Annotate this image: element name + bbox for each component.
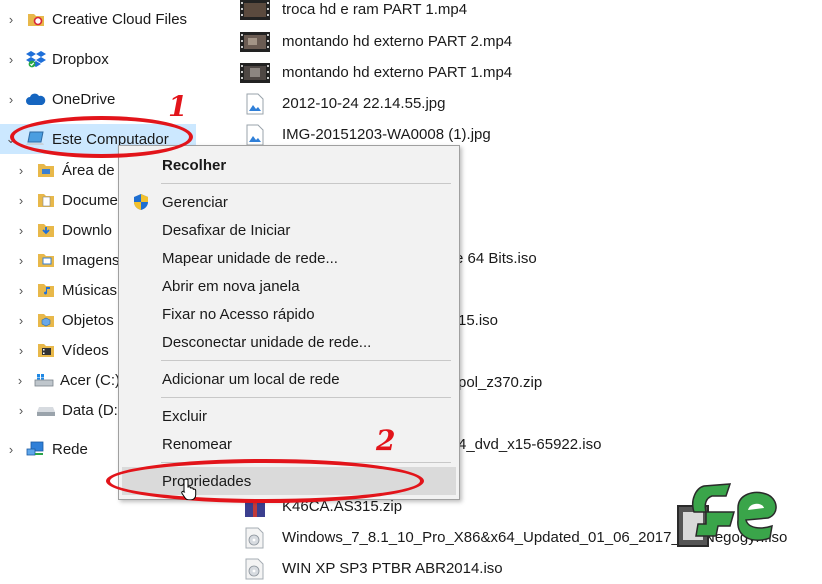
disc-image-icon <box>240 527 270 549</box>
creative-cloud-folder-icon <box>26 9 46 29</box>
sidebar-item-objetos-3d[interactable]: › Objetos <box>14 305 120 335</box>
file-row[interactable]: 4_dvd_x15-65922.iso <box>458 429 601 460</box>
sidebar-item-creative-cloud-files[interactable]: › Creative Cloud Files <box>4 4 196 34</box>
3d-objects-folder-icon <box>36 310 56 330</box>
sidebar-item-label: Área de <box>62 161 115 179</box>
sidebar-item-label: Downlo <box>62 221 113 239</box>
chevron-right-icon[interactable]: › <box>14 253 28 268</box>
annotation-ring-propriedades <box>106 459 424 503</box>
menu-separator <box>161 360 451 361</box>
sidebar-item-area-de-trabalho[interactable]: › Área de <box>14 155 120 185</box>
sidebar-item-label: OneDrive <box>52 90 116 108</box>
file-name: e 64 Bits.iso <box>455 250 537 267</box>
menu-item-recolher[interactable]: Recolher <box>120 151 458 179</box>
menu-item-abrir-em-nova-janela[interactable]: Abrir em nova janela <box>120 272 458 300</box>
windows-drive-icon <box>34 370 54 390</box>
videos-folder-icon <box>36 340 56 360</box>
watermark-logo-icon <box>677 483 777 547</box>
drive-icon <box>36 400 56 420</box>
sidebar-item-label: Docume <box>62 191 118 209</box>
sidebar-item-dropbox[interactable]: › Dropbox <box>4 44 196 74</box>
sidebar-item-label: Dropbox <box>52 50 109 68</box>
sidebar-item-imagens[interactable]: › Imagens <box>14 245 120 275</box>
sidebar-item-label: Data (D: <box>62 401 118 419</box>
sidebar-item-label: Imagens <box>62 251 120 269</box>
chevron-right-icon[interactable]: › <box>4 12 18 27</box>
file-row[interactable]: 15.iso <box>458 305 498 336</box>
menu-item-desafixar-de-iniciar[interactable]: Desafixar de Iniciar <box>120 216 458 244</box>
chevron-right-icon[interactable]: › <box>4 442 18 457</box>
menu-item-adicionar-local-de-rede[interactable]: Adicionar um local de rede <box>120 365 458 393</box>
sidebar-item-downloads[interactable]: › Downlo <box>14 215 120 245</box>
menu-item-gerenciar[interactable]: Gerenciar <box>120 188 458 216</box>
file-row[interactable]: pol_z370.zip <box>458 367 542 398</box>
file-name: troca hd e ram PART 1.mp4 <box>282 1 468 18</box>
video-file-icon <box>240 0 270 21</box>
sidebar-item-videos[interactable]: › Vídeos <box>14 335 120 365</box>
file-name: montando hd externo PART 1.mp4 <box>282 64 513 81</box>
file-row[interactable]: troca hd e ram PART 1.mp4 <box>240 0 467 25</box>
sidebar-item-data-d[interactable]: › Data (D: <box>14 395 120 425</box>
sidebar-item-acer-c[interactable]: › Acer (C:) <box>14 365 120 395</box>
chevron-right-icon[interactable]: › <box>4 92 18 107</box>
video-file-icon <box>240 31 270 53</box>
file-row[interactable]: WIN XP SP3 PTBR ABR2014.iso <box>240 553 503 584</box>
chevron-right-icon[interactable]: › <box>14 163 28 178</box>
network-icon <box>26 439 46 459</box>
file-row[interactable]: e 64 Bits.iso <box>455 243 537 274</box>
downloads-folder-icon <box>36 220 56 240</box>
image-file-icon <box>240 93 270 115</box>
pictures-folder-icon <box>36 250 56 270</box>
menu-item-excluir[interactable]: Excluir <box>120 402 458 430</box>
menu-item-desconectar-unidade-de-rede[interactable]: Desconectar unidade de rede... <box>120 328 458 356</box>
menu-item-mapear-unidade-de-rede[interactable]: Mapear unidade de rede... <box>120 244 458 272</box>
disc-image-icon <box>240 558 270 580</box>
file-name: IMG-20151203-WA0008 (1).jpg <box>282 126 491 143</box>
documents-folder-icon <box>36 190 56 210</box>
chevron-right-icon[interactable]: › <box>4 52 18 67</box>
chevron-right-icon[interactable]: › <box>14 283 28 298</box>
desktop-folder-icon <box>36 160 56 180</box>
sidebar-item-musicas[interactable]: › Músicas <box>14 275 120 305</box>
dropbox-icon <box>26 49 46 69</box>
uac-shield-icon <box>134 194 148 210</box>
onedrive-cloud-icon <box>26 89 46 109</box>
chevron-right-icon[interactable]: › <box>14 373 26 388</box>
music-folder-icon <box>36 280 56 300</box>
context-menu: Recolher Gerenciar Desafixar de Iniciar … <box>118 145 460 500</box>
sidebar-item-label: Vídeos <box>62 341 109 359</box>
file-row[interactable]: montando hd externo PART 1.mp4 <box>240 57 512 88</box>
file-name: pol_z370.zip <box>458 374 543 391</box>
sidebar-item-label: Músicas <box>62 281 118 299</box>
chevron-right-icon[interactable]: › <box>14 343 28 358</box>
file-name: 2012-10-24 22.14.55.jpg <box>282 95 446 112</box>
menu-item-fixar-no-acesso-rapido[interactable]: Fixar no Acesso rápido <box>120 300 458 328</box>
annotation-step-1: 1 <box>168 90 188 123</box>
chevron-right-icon[interactable]: › <box>14 223 28 238</box>
file-row[interactable]: 2012-10-24 22.14.55.jpg <box>240 88 445 119</box>
file-name: 4_dvd_x15-65922.iso <box>458 436 602 453</box>
hand-pointer-cursor-icon <box>181 478 197 500</box>
chevron-right-icon[interactable]: › <box>14 313 28 328</box>
annotation-ring-este-computador <box>10 116 193 158</box>
sidebar-item-documentos[interactable]: › Docume <box>14 185 120 215</box>
file-name: WIN XP SP3 PTBR ABR2014.iso <box>282 560 503 577</box>
sidebar-item-label: Creative Cloud Files <box>52 10 188 28</box>
sidebar-item-rede[interactable]: › Rede <box>4 434 116 464</box>
sidebar-item-label: Acer (C:) <box>60 371 120 389</box>
menu-item-renomear[interactable]: Renomear <box>120 430 458 458</box>
image-file-icon <box>240 124 270 146</box>
chevron-right-icon[interactable]: › <box>14 403 28 418</box>
menu-separator <box>161 183 451 184</box>
menu-item-label: Gerenciar <box>162 193 228 211</box>
video-file-icon <box>240 62 270 84</box>
file-row[interactable]: montando hd externo PART 2.mp4 <box>240 26 512 57</box>
menu-separator <box>161 397 451 398</box>
sidebar-item-label: Objetos <box>62 311 114 329</box>
sidebar-item-label: Rede <box>52 440 88 458</box>
file-name: montando hd externo PART 2.mp4 <box>282 33 513 50</box>
file-name: 15.iso <box>458 312 499 329</box>
chevron-right-icon[interactable]: › <box>14 193 28 208</box>
annotation-step-2: 2 <box>376 424 396 457</box>
